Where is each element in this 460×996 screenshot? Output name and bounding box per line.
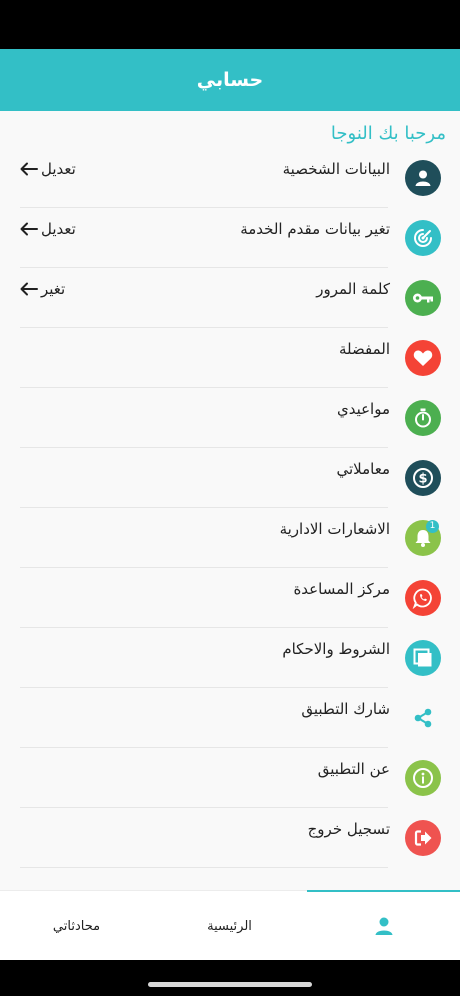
change-password-button[interactable]: تغير (20, 280, 65, 298)
app-header: حسابي (0, 49, 460, 111)
person-icon (405, 160, 441, 196)
arrow-left-icon (20, 282, 38, 296)
menu-item-about-app[interactable]: عن التطبيق (0, 748, 460, 808)
timer-icon (405, 400, 441, 436)
menu-item-help-center[interactable]: مركز المساعدة (0, 568, 460, 628)
bell-icon: 1 (405, 520, 441, 556)
menu-item-share-app[interactable]: شارك التطبيق (0, 688, 460, 748)
menu-item-label: معاملاتي (336, 460, 390, 478)
menu-item-label: مواعيدي (336, 400, 390, 418)
tab-label: محادثاتي (52, 918, 101, 934)
share-icon (405, 700, 441, 736)
action-label: تعديل (41, 220, 76, 238)
menu-item-label: مركز المساعدة (293, 580, 390, 598)
menu-list: البيانات الشخصية تعديل تغير بيانات مقدم … (0, 148, 460, 868)
arrow-left-icon (20, 222, 38, 236)
tab-my-chats[interactable]: محادثاتي (0, 891, 153, 961)
menu-item-label: البيانات الشخصية (282, 160, 390, 178)
menu-item-label: الاشعارات الادارية (279, 520, 390, 538)
action-label: تغير (41, 280, 66, 298)
tab-label: الرئيسية (207, 918, 252, 934)
menu-item-label: شارك التطبيق (301, 700, 390, 718)
tab-my-account[interactable] (307, 891, 460, 961)
menu-item-personal-data[interactable]: البيانات الشخصية تعديل (0, 148, 460, 208)
radar-icon (405, 220, 441, 256)
pages-icon (405, 640, 441, 676)
menu-item-transactions[interactable]: $ معاملاتي (0, 448, 460, 508)
page-title: حسابي (196, 69, 264, 91)
home-indicator[interactable] (148, 982, 312, 987)
menu-item-logout[interactable]: تسجيل خروج (0, 808, 460, 868)
status-bar (0, 0, 460, 49)
menu-item-label: تغير بيانات مقدم الخدمة (240, 220, 390, 238)
person-icon (375, 917, 392, 935)
system-home-area (0, 960, 460, 996)
arrow-left-icon (20, 162, 38, 176)
key-icon (405, 280, 441, 316)
menu-item-provider-data[interactable]: تغير بيانات مقدم الخدمة تعديل (0, 208, 460, 268)
menu-item-label: تسجيل خروج (307, 820, 390, 838)
divider (20, 867, 388, 868)
logout-icon (405, 820, 441, 856)
edit-personal-data-button[interactable]: تعديل (20, 160, 76, 178)
bottom-nav: محادثاتي الرئيسية (0, 890, 460, 961)
menu-item-label: كلمة المرور (316, 280, 390, 298)
svg-text:$: $ (418, 472, 427, 487)
tab-home[interactable]: الرئيسية (153, 891, 306, 961)
edit-provider-data-button[interactable]: تعديل (20, 220, 76, 238)
menu-item-password[interactable]: كلمة المرور تغير (0, 268, 460, 328)
action-label: تعديل (41, 160, 76, 178)
menu-item-label: عن التطبيق (317, 760, 390, 778)
notification-badge: 1 (426, 520, 439, 533)
heart-icon (405, 340, 441, 376)
dollar-icon: $ (405, 460, 441, 496)
info-icon (405, 760, 441, 796)
menu-item-favorites[interactable]: المفضلة (0, 328, 460, 388)
menu-item-label: المفضلة (338, 340, 390, 358)
menu-item-appointments[interactable]: مواعيدي (0, 388, 460, 448)
menu-item-terms[interactable]: الشروط والاحكام (0, 628, 460, 688)
menu-item-label: الشروط والاحكام (282, 640, 390, 658)
whatsapp-icon (405, 580, 441, 616)
greeting-text: مرحبا بك النوجا (330, 123, 446, 144)
menu-item-notifications[interactable]: 1 الاشعارات الادارية (0, 508, 460, 568)
account-content: مرحبا بك النوجا البيانات الشخصية تعديل ت… (0, 111, 460, 890)
